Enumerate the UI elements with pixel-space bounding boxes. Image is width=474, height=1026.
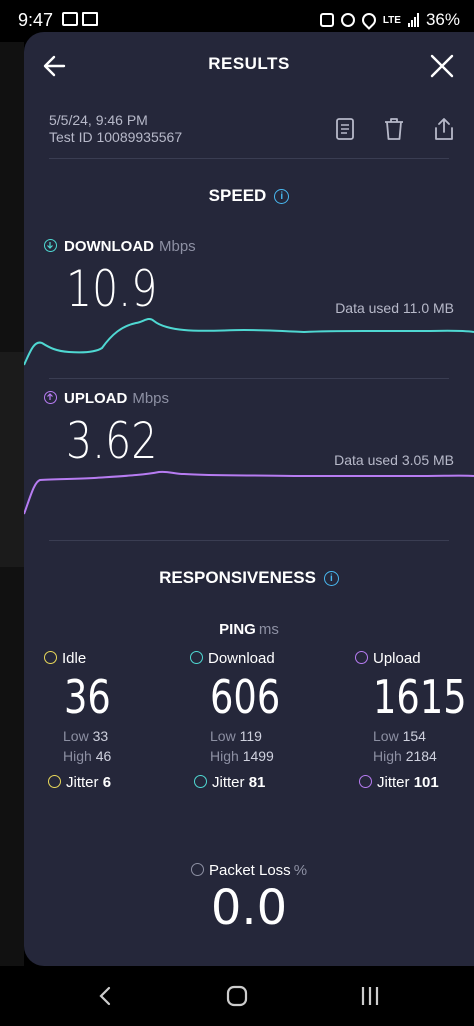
packet-loss-value: 0.0: [210, 880, 288, 936]
packet-loss-label: Packet Loss%: [24, 862, 474, 879]
location-icon: [358, 10, 379, 30]
ping-column-label: Upload: [373, 650, 421, 667]
info-icon[interactable]: i: [274, 189, 290, 204]
ping-column-label: Idle: [62, 650, 87, 667]
ping-idle-column: Idle 36 Low 33 High 46 Jitter 6: [44, 650, 123, 791]
upload-icon: [355, 651, 368, 664]
test-id: Test ID 10089935567: [49, 129, 183, 145]
idle-icon: [44, 651, 57, 664]
ping-high: 1499: [242, 748, 274, 764]
battery-level: 36%: [425, 10, 460, 29]
ping-low: 33: [92, 728, 109, 744]
ping-high: 46: [95, 748, 112, 764]
download-icon: [190, 651, 203, 664]
download-icon: [44, 239, 57, 252]
home-nav-icon[interactable]: [223, 984, 251, 1008]
packet-loss-icon: [190, 863, 204, 876]
share-icon[interactable]: [431, 116, 457, 142]
ping-upload-column: Upload 1615 Low 154 High 2184 Jitter 101: [355, 650, 474, 791]
ping-value: 1615: [373, 670, 467, 724]
upload-label: UPLOAD Mbps: [44, 390, 169, 407]
ping-label: PING ms: [219, 621, 279, 638]
divider: [49, 540, 449, 541]
info-icon[interactable]: i: [323, 571, 339, 586]
alarm-icon: [340, 13, 355, 27]
navigation-bar: [0, 966, 474, 1026]
ping-high: 2184: [405, 748, 437, 764]
divider: [49, 158, 449, 159]
results-sheet: RESULTS 5/5/24, 9:46 PM Test ID 10089935…: [24, 32, 474, 966]
document-icon[interactable]: [332, 116, 358, 142]
speed-section-title: SPEED i: [24, 186, 474, 206]
trash-icon[interactable]: [381, 116, 407, 142]
gmail-icon: [82, 12, 98, 26]
download-graph: [24, 318, 474, 366]
jitter-value: 81: [248, 774, 266, 791]
ping-value: 36: [64, 670, 111, 724]
signal-icon: [407, 13, 419, 27]
upload-data-used: Data used 3.05 MB: [334, 452, 454, 468]
status-time: 9:47: [18, 10, 54, 30]
status-right: LTE 36%: [319, 10, 460, 30]
jitter-value: 101: [413, 774, 439, 791]
upload-icon: [44, 391, 57, 404]
test-date: 5/5/24, 9:46 PM: [49, 112, 148, 128]
divider: [49, 378, 449, 379]
ping-column-label: Download: [208, 650, 275, 667]
ping-low: 154: [402, 728, 426, 744]
ping-download-column: Download 606 Low 119 High 1499 Jitter 81: [190, 650, 298, 791]
jitter-icon: [359, 775, 372, 788]
recents-nav-icon[interactable]: [356, 984, 384, 1008]
network-type: LTE: [382, 14, 401, 26]
jitter-icon: [48, 775, 61, 788]
responsiveness-section-title: RESPONSIVENESS i: [24, 568, 474, 588]
upload-graph: [24, 470, 474, 515]
page-title: RESULTS: [208, 54, 290, 73]
gallery-icon: [62, 12, 78, 26]
upload-speed-value: 3.62: [66, 412, 158, 470]
jitter-value: 6: [102, 774, 112, 791]
ping-low: 119: [239, 728, 262, 744]
jitter-icon: [194, 775, 207, 788]
background-app: [0, 42, 24, 967]
back-nav-icon[interactable]: [92, 984, 120, 1008]
app-icon: [319, 13, 334, 27]
close-icon[interactable]: [424, 48, 460, 84]
download-label: DOWNLOAD Mbps: [44, 238, 196, 255]
ping-value: 606: [210, 670, 281, 724]
